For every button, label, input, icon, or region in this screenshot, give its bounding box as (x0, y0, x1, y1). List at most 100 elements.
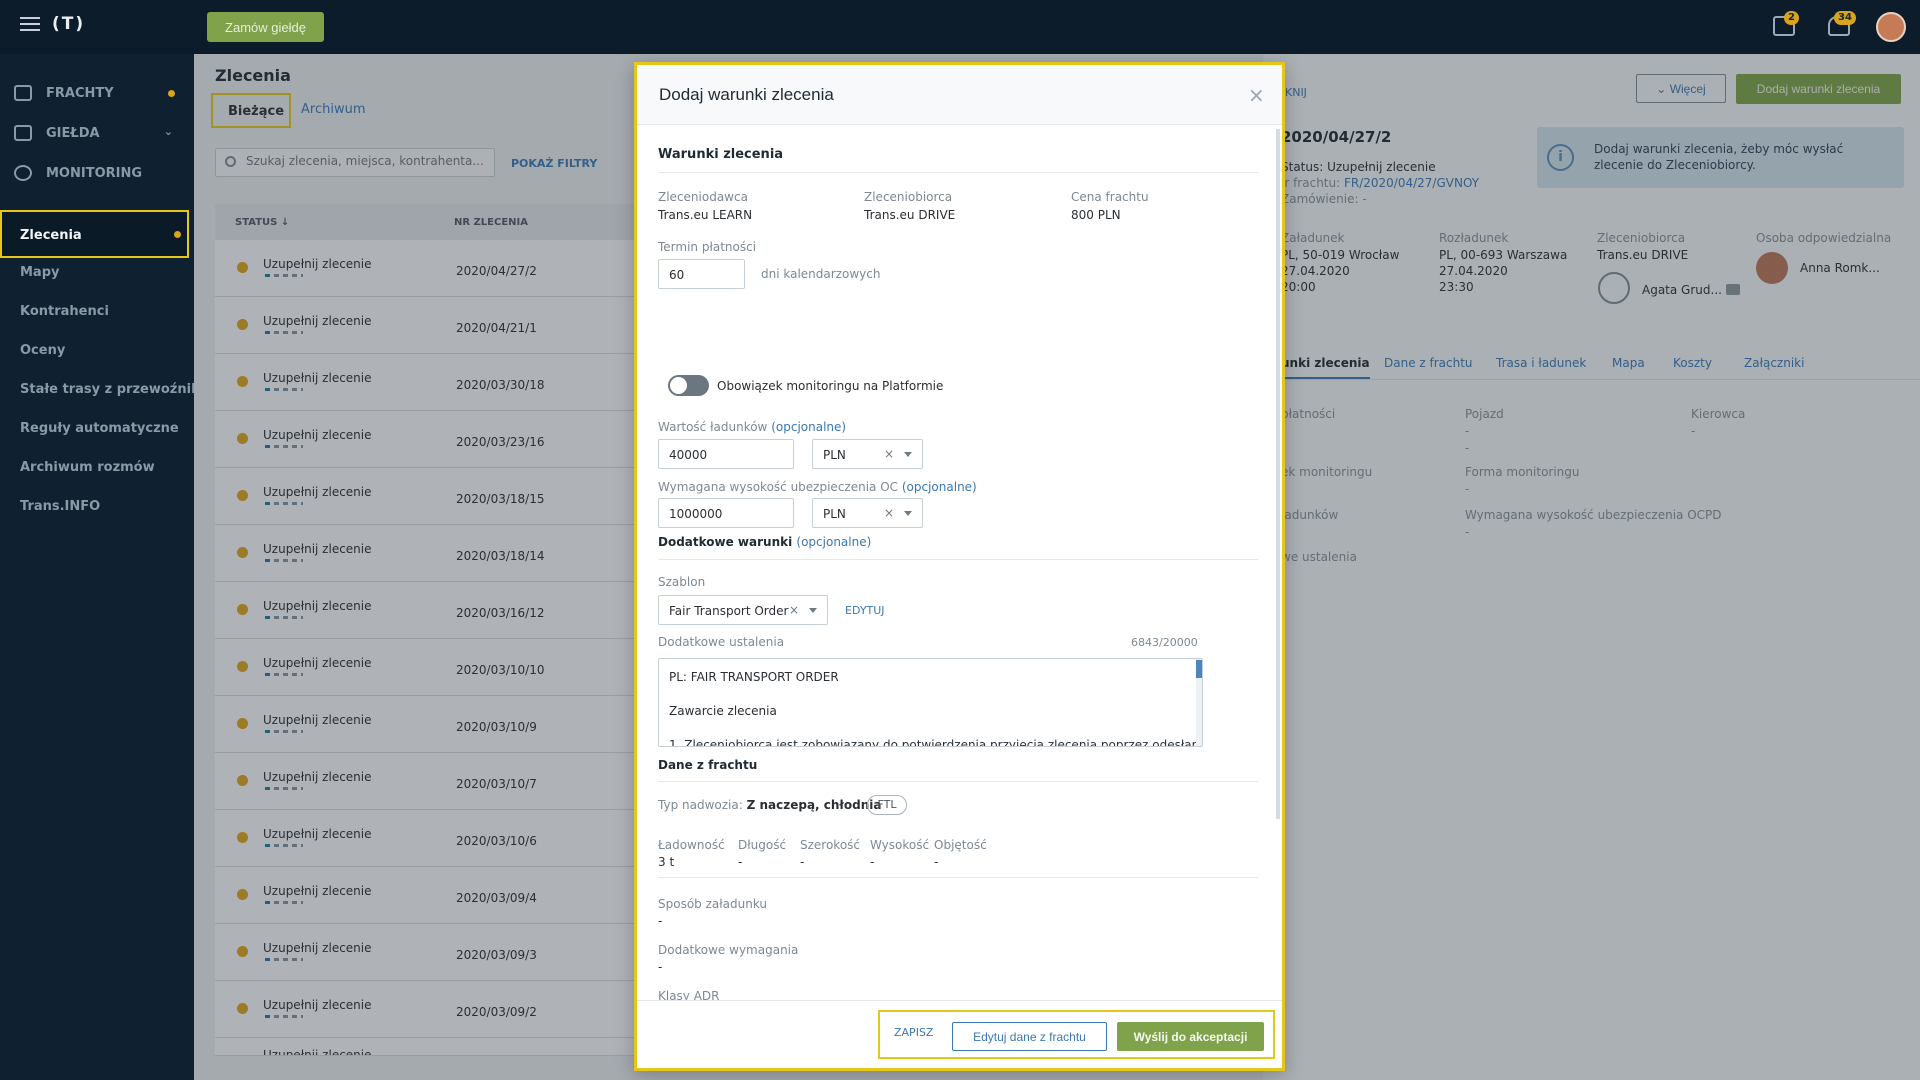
wartosc-label: Wartość ładunków (opcjonalne) (658, 420, 846, 434)
divider (658, 781, 1258, 782)
dim-label: Objętość (934, 838, 987, 852)
messages-badge: 2 (1784, 11, 1799, 25)
sidebar-item-zlecenia-label: Zlecenia (20, 228, 82, 243)
divider (658, 559, 1258, 560)
satellite-icon (14, 165, 32, 181)
divider (658, 877, 1258, 878)
divider (658, 172, 1258, 173)
currency-value: PLN (823, 507, 846, 521)
sidebar-item-archiwum-rozmow[interactable]: Archiwum rozmów (20, 460, 155, 475)
section-dane-z-frachtu: Dane z frachtu (658, 758, 758, 772)
clear-icon[interactable]: × (884, 447, 894, 461)
ubezp-label-text: Wymagana wysokość ubezpieczenia OC (658, 480, 899, 494)
caret-down-icon (904, 452, 912, 457)
modal-header: Dodaj warunki zlecenia × (637, 65, 1282, 125)
textarea-scrollbar[interactable] (1196, 659, 1202, 746)
szablon-select[interactable]: Fair Transport Order × (658, 595, 828, 625)
sidebar-item-mapy[interactable]: Mapy (20, 265, 60, 280)
menu-icon[interactable] (20, 17, 40, 31)
top-bar: (T) Zamów giełdę 2 34 (0, 0, 1920, 54)
wartosc-currency-select[interactable]: PLN × (812, 439, 923, 469)
ubezp-currency-select[interactable]: PLN × (812, 498, 923, 528)
user-avatar[interactable] (1876, 12, 1906, 42)
ubezp-label: Wymagana wysokość ubezpieczenia OC (opcj… (658, 480, 977, 494)
modal-body: Warunki zlecenia Zleceniodawca Trans.eu … (637, 125, 1282, 1000)
dim-value: - (870, 855, 875, 869)
typ-label: Typ nadwozia: (658, 798, 743, 812)
nav-monitoring[interactable]: MONITORING (14, 162, 189, 184)
extra-value: - (658, 914, 663, 928)
clear-icon[interactable]: × (789, 603, 799, 617)
caret-down-icon (904, 511, 912, 516)
extra-label: Klasy ADR (658, 989, 720, 1000)
footer-actions: ZAPISZ Edytuj dane z frachtu Wyślij do a… (878, 1010, 1275, 1059)
dim-value: - (800, 855, 805, 869)
sidebar-item-kontrahenci[interactable]: Kontrahenci (20, 304, 109, 319)
dim-label: Długość (738, 838, 787, 852)
optional-tag: (opcjonalne) (901, 480, 977, 494)
zleceniobiorca-value: Trans.eu DRIVE (864, 208, 956, 222)
dim-value: 3 t (658, 855, 675, 869)
termin-unit: dni kalendarzowych (761, 267, 881, 281)
textarea-line: PL: FAIR TRANSPORT ORDER (669, 670, 839, 684)
section-warunki: Warunki zlecenia (658, 147, 784, 162)
app-logo[interactable]: (T) (52, 14, 85, 34)
chevron-down-icon: ⌄ (163, 125, 173, 138)
wartosc-input[interactable]: 40000 (658, 439, 794, 469)
save-button[interactable]: ZAPISZ (894, 1026, 933, 1039)
edit-freight-button[interactable]: Edytuj dane z frachtu (952, 1022, 1107, 1051)
close-icon[interactable]: × (1248, 83, 1265, 107)
sidebar-item-transinfo[interactable]: Trans.INFO (20, 499, 100, 514)
nav-frachty[interactable]: FRACHTY (14, 82, 189, 104)
szablon-label: Szablon (658, 575, 706, 589)
truck-icon (14, 85, 32, 101)
caret-down-icon (809, 608, 817, 613)
nav-frachty-label: FRACHTY (46, 85, 114, 101)
monitoring-toggle-label: Obowiązek monitoringu na Platformie (717, 379, 944, 393)
sidebar (0, 54, 194, 1080)
sidebar-item-oceny[interactable]: Oceny (20, 343, 65, 358)
zleceniodawca-value: Trans.eu LEARN (658, 208, 753, 222)
section-dodatkowe-title: Dodatkowe warunki (658, 535, 793, 549)
modal-scrollbar[interactable] (1276, 129, 1280, 819)
zleceniodawca-label: Zleceniodawca (658, 190, 748, 204)
modal-title: Dodaj warunki zlecenia (659, 85, 834, 104)
nav-gielda[interactable]: GIEŁDA ⌄ (14, 122, 189, 144)
dim-label: Wysokość (870, 838, 930, 852)
optional-tag: (opcjonalne) (796, 535, 872, 549)
ubezp-input[interactable]: 1000000 (658, 498, 794, 528)
zlecenia-dot (174, 231, 181, 238)
box-icon (14, 125, 32, 141)
dim-label: Szerokość (800, 838, 861, 852)
ftl-badge: FTL (867, 795, 907, 815)
send-for-acceptance-button[interactable]: Wyślij do akceptacji (1117, 1022, 1264, 1051)
optional-tag: (opcjonalne) (771, 420, 847, 434)
zleceniobiorca-label: Zleceniobiorca (864, 190, 953, 204)
char-counter: 6843/20000 (1131, 636, 1198, 649)
szablon-value: Fair Transport Order (669, 604, 789, 618)
sidebar-item-zlecenia[interactable]: Zlecenia (0, 210, 189, 258)
monitoring-toggle[interactable] (668, 375, 709, 396)
order-exchange-button[interactable]: Zamów giełdę (207, 12, 324, 42)
edit-template-link[interactable]: EDYTUJ (845, 604, 885, 617)
nav-monitoring-label: MONITORING (46, 165, 143, 181)
section-dodatkowe: Dodatkowe warunki (opcjonalne) (658, 535, 871, 549)
extra-value: - (658, 960, 663, 974)
cena-value: 800 PLN (1071, 208, 1121, 222)
dim-value: - (934, 855, 939, 869)
ustalenia-textarea[interactable]: PL: FAIR TRANSPORT ORDER Zawarcie zlecen… (658, 658, 1203, 747)
dim-value: - (738, 855, 743, 869)
typ-nadwozia: Typ nadwozia: Z naczepą, chłodnia (658, 798, 881, 812)
extra-label: Dodatkowe wymagania (658, 943, 799, 957)
currency-value: PLN (823, 448, 846, 462)
clear-icon[interactable]: × (884, 506, 894, 520)
nav-gielda-label: GIEŁDA (46, 125, 100, 141)
termin-input[interactable]: 60 (658, 259, 745, 289)
wartosc-label-text: Wartość ładunków (658, 420, 768, 434)
textarea-line: 1. Zleceniobiorca jest zobowiązany do po… (669, 738, 1203, 747)
textarea-line: Zawarcie zlecenia (669, 704, 777, 718)
ustalenia-label: Dodatkowe ustalenia (658, 635, 785, 649)
add-conditions-modal: Dodaj warunki zlecenia × Warunki zleceni… (634, 62, 1285, 1071)
typ-value: Z naczepą, chłodnia (746, 798, 882, 812)
sidebar-item-reguly[interactable]: Reguły automatyczne (20, 421, 179, 436)
